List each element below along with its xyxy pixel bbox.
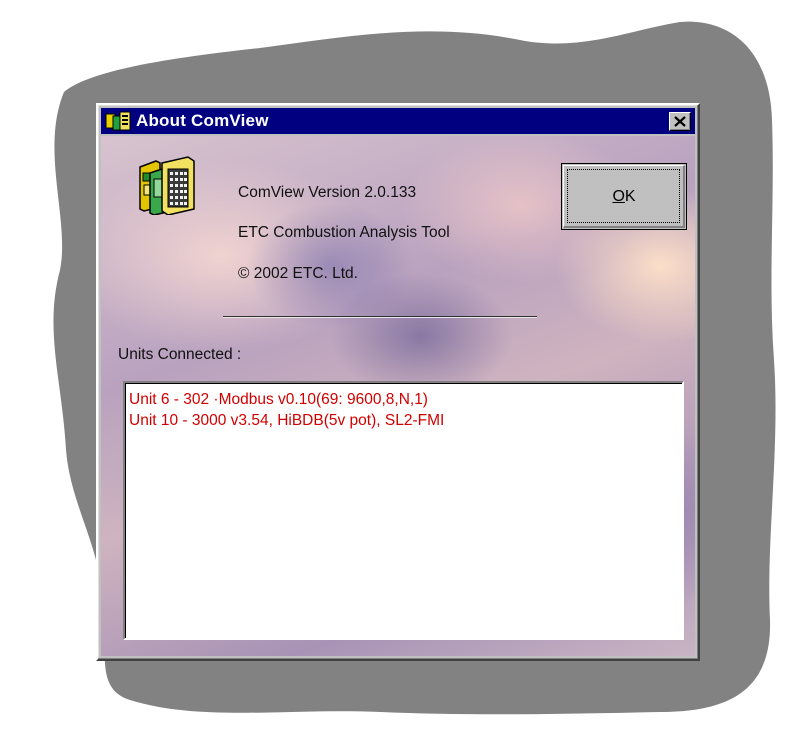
ok-button-label: OK xyxy=(612,188,635,206)
comview-app-icon xyxy=(105,111,131,131)
units-connected-list[interactable]: Unit 6 - 302 ·Modbus v0.10(69: 9600,8,N,… xyxy=(123,381,684,640)
dialog-client-area: ComView Version 2.0.133 ETC Combustion A… xyxy=(101,136,695,656)
ok-button[interactable]: OK xyxy=(561,163,687,230)
about-dialog: About ComView ComView Version 2.0.133 ET… xyxy=(96,103,700,661)
divider xyxy=(223,316,537,318)
copyright-text: © 2002 ETC. Ltd. xyxy=(238,265,358,282)
list-item[interactable]: Unit 10 - 3000 v3.54, HiBDB(5v pot), SL2… xyxy=(129,410,682,431)
product-name-text: ETC Combustion Analysis Tool xyxy=(238,224,450,241)
version-text: ComView Version 2.0.133 xyxy=(238,184,417,201)
stacked-documents-icon xyxy=(139,156,195,215)
ok-label-rest: K xyxy=(624,187,636,205)
units-connected-label: Units Connected : xyxy=(118,346,242,363)
close-button[interactable] xyxy=(669,112,691,131)
title-bar[interactable]: About ComView xyxy=(101,108,695,134)
window-title: About ComView xyxy=(136,111,269,130)
ok-mnemonic: O xyxy=(612,187,625,205)
close-icon xyxy=(674,116,686,127)
list-item[interactable]: Unit 6 - 302 ·Modbus v0.10(69: 9600,8,N,… xyxy=(129,389,682,410)
